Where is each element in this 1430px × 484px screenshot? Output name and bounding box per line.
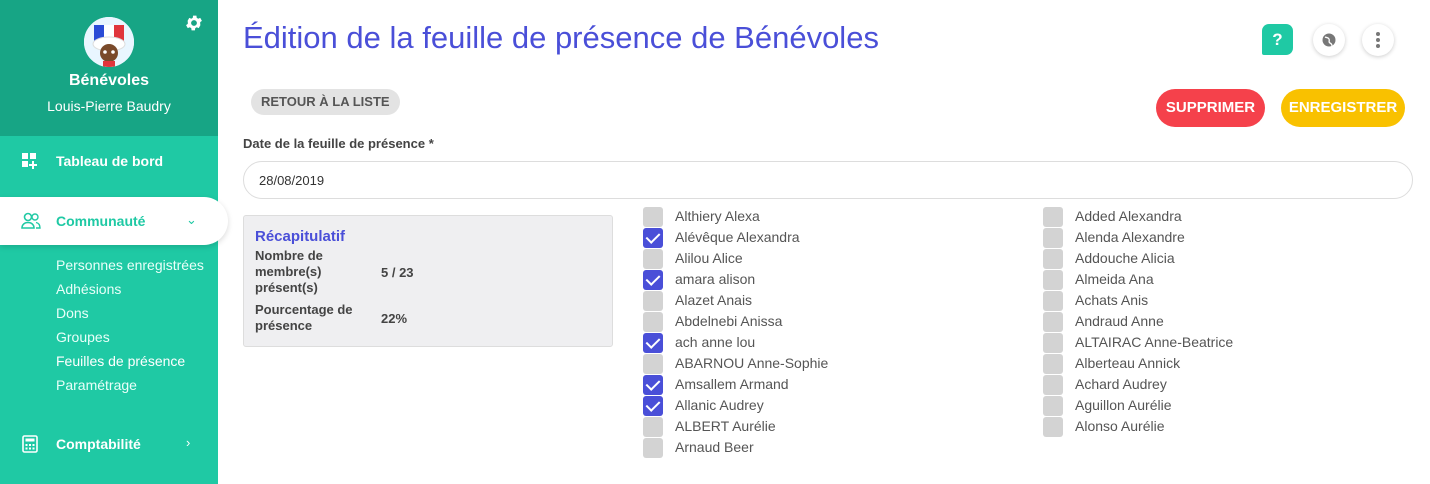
member-name: Alévêque Alexandra bbox=[675, 229, 800, 245]
more-vert-icon[interactable] bbox=[1362, 24, 1394, 56]
checkbox[interactable] bbox=[643, 207, 663, 227]
member-name: Almeida Ana bbox=[1075, 271, 1154, 287]
checkbox[interactable] bbox=[643, 249, 663, 269]
checkbox-checked[interactable] bbox=[643, 375, 663, 395]
member-name: Alberteau Annick bbox=[1075, 355, 1181, 371]
checkbox-checked[interactable] bbox=[643, 396, 663, 416]
present-count-label: Nombre de membre(s) présent(s) bbox=[255, 248, 323, 295]
help-icon[interactable]: ? bbox=[1262, 24, 1293, 55]
globe-icon[interactable] bbox=[1313, 24, 1345, 56]
member-name: Achard Audrey bbox=[1075, 376, 1167, 392]
member-name: Alenda Alexandre bbox=[1075, 229, 1185, 245]
checkbox[interactable] bbox=[1043, 396, 1063, 416]
recap-panel: Récapitulatif Nombre de membre(s) présen… bbox=[243, 215, 613, 347]
sidebar: Bénévoles Louis-Pierre Baudry Tableau de… bbox=[0, 0, 228, 484]
checkbox[interactable] bbox=[1043, 249, 1063, 269]
member-name: ALBERT Aurélie bbox=[675, 418, 776, 434]
member-name: Abdelnebi Anissa bbox=[675, 313, 783, 329]
presence-pct-value: 22% bbox=[381, 311, 408, 326]
checkbox[interactable] bbox=[1043, 375, 1063, 395]
delete-button[interactable]: SUPPRIMER bbox=[1156, 89, 1265, 127]
checkbox[interactable] bbox=[643, 312, 663, 332]
checkbox[interactable] bbox=[643, 354, 663, 374]
member-name: Achats Anis bbox=[1075, 292, 1149, 308]
page-title: Édition de la feuille de présence de Bén… bbox=[243, 20, 879, 55]
member-name: Alonso Aurélie bbox=[1075, 418, 1165, 434]
sidebar-item-dashboard[interactable]: Tableau de bord bbox=[0, 137, 218, 185]
member-name: Amsallem Armand bbox=[675, 376, 789, 392]
sidebar-subitem-registered[interactable]: Personnes enregistrées bbox=[56, 257, 204, 273]
member-name: ABARNOU Anne-Sophie bbox=[675, 355, 829, 371]
checkbox[interactable] bbox=[1043, 417, 1063, 437]
member-name: ALTAIRAC Anne-Beatrice bbox=[1075, 334, 1234, 350]
date-field[interactable] bbox=[243, 161, 1413, 199]
member-name: amara alison bbox=[675, 271, 756, 287]
sidebar-subitem-memberships[interactable]: Adhésions bbox=[56, 281, 121, 297]
date-label: Date de la feuille de présence * bbox=[243, 136, 434, 151]
sidebar-subitem-groups[interactable]: Groupes bbox=[56, 329, 110, 345]
member-name: Aguillon Aurélie bbox=[1075, 397, 1172, 413]
checkbox[interactable] bbox=[1043, 291, 1063, 311]
presence-pct-label: Pourcentage de présence bbox=[255, 302, 353, 333]
member-name: Arnaud Beer bbox=[675, 439, 754, 455]
checkbox-checked[interactable] bbox=[643, 270, 663, 290]
checkbox[interactable] bbox=[1043, 333, 1063, 353]
sidebar-subitem-settings[interactable]: Paramétrage bbox=[56, 377, 137, 393]
back-to-list-button[interactable]: RETOUR À LA LISTE bbox=[251, 89, 400, 115]
sidebar-subitem-attendance[interactable]: Feuilles de présence bbox=[56, 353, 185, 369]
sidebar-header: Bénévoles Louis-Pierre Baudry bbox=[0, 0, 218, 136]
sidebar-subitem-donations[interactable]: Dons bbox=[56, 305, 89, 321]
user-name: Louis-Pierre Baudry bbox=[47, 98, 171, 114]
member-name: Alazet Anais bbox=[675, 292, 753, 308]
checkbox[interactable] bbox=[1043, 228, 1063, 248]
users-icon bbox=[21, 212, 41, 230]
chevron-down-icon: ⌄ bbox=[186, 212, 197, 227]
member-name: Alilou Alice bbox=[675, 250, 743, 266]
checkbox[interactable] bbox=[1043, 270, 1063, 290]
sidebar-item-label: Comptabilité bbox=[56, 436, 141, 452]
member-name: Added Alexandra bbox=[1075, 208, 1182, 224]
gear-icon[interactable] bbox=[184, 13, 206, 35]
avatar[interactable] bbox=[84, 17, 134, 67]
member-name: Allanic Audrey bbox=[675, 397, 764, 413]
present-count-value: 5 / 23 bbox=[381, 265, 414, 280]
checkbox[interactable] bbox=[643, 417, 663, 437]
recap-title: Récapitulatif bbox=[255, 228, 346, 245]
sidebar-item-community[interactable]: Communauté ⌄ bbox=[0, 197, 228, 245]
member-name: Andraud Anne bbox=[1075, 313, 1164, 329]
checkbox-checked[interactable] bbox=[643, 333, 663, 353]
chevron-right-icon: › bbox=[186, 435, 191, 450]
org-name: Bénévoles bbox=[68, 72, 150, 89]
sidebar-item-label: Tableau de bord bbox=[56, 153, 164, 169]
checkbox[interactable] bbox=[643, 291, 663, 311]
sidebar-item-accounting[interactable]: Comptabilité › bbox=[0, 420, 218, 468]
calculator-icon bbox=[21, 435, 39, 453]
checkbox[interactable] bbox=[1043, 207, 1063, 227]
sidebar-item-label: Communauté bbox=[56, 213, 146, 229]
save-button[interactable]: ENREGISTRER bbox=[1281, 89, 1405, 127]
member-name: ach anne lou bbox=[675, 334, 756, 350]
dashboard-icon bbox=[21, 152, 39, 170]
checkbox[interactable] bbox=[1043, 312, 1063, 332]
checkbox[interactable] bbox=[1043, 354, 1063, 374]
member-name: Addouche Alicia bbox=[1075, 250, 1175, 266]
member-name: Althiery Alexa bbox=[675, 208, 760, 224]
checkbox[interactable] bbox=[643, 438, 663, 458]
checkbox-checked[interactable] bbox=[643, 228, 663, 248]
